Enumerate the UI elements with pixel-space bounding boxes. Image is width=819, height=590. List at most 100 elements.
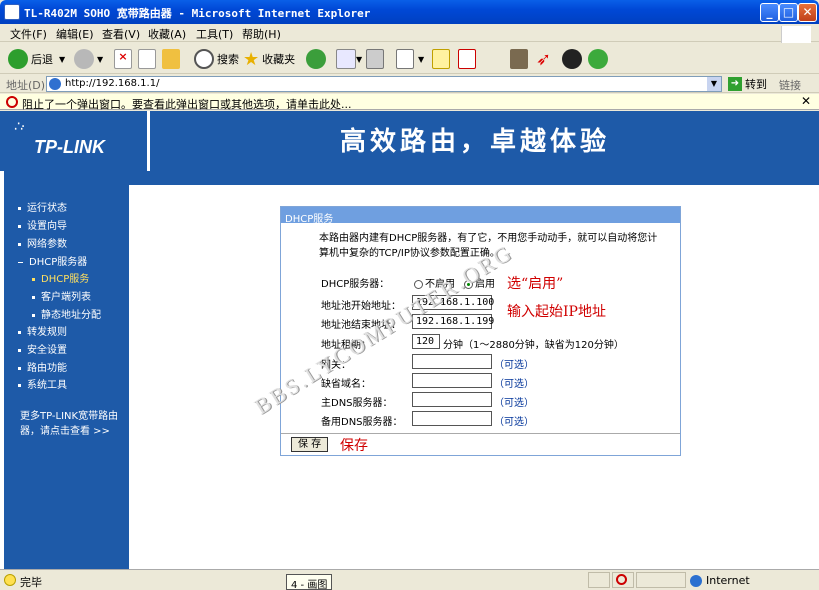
nav-dhcp-server[interactable]: DHCP服务器 bbox=[18, 253, 87, 268]
more-products-link[interactable]: 更多TP-LINK宽带路由器，请点击查看 >> bbox=[20, 409, 130, 439]
nav-client-list[interactable]: 客户端列表 bbox=[32, 288, 91, 303]
tp-link-logo: ∴· TP-LINK bbox=[4, 111, 150, 171]
menu-tools[interactable]: 工具(T) bbox=[196, 26, 233, 42]
chevron-down-icon: ▼ bbox=[97, 54, 104, 64]
address-url: http://192.168.1.1/ bbox=[65, 78, 160, 89]
status-segment bbox=[636, 572, 686, 588]
chevron-down-icon: ▼ bbox=[59, 54, 66, 64]
nav-forwarding[interactable]: 转发规则 bbox=[18, 323, 67, 338]
popup-blocker-bar[interactable]: 阻止了一个弹出窗口。要查看此弹出窗口或其他选项，请单击此处... ✕ bbox=[0, 94, 819, 111]
stop-button[interactable]: × bbox=[114, 47, 132, 71]
menu-view[interactable]: 查看(V) bbox=[102, 26, 140, 42]
optional-note: （可选） bbox=[494, 360, 534, 371]
close-button[interactable]: ✕ bbox=[798, 3, 817, 22]
favorites-button[interactable]: ★ 收藏夹 bbox=[243, 47, 295, 71]
page-content: ∴· TP-LINK 高效路由，卓越体验 运行状态 设置向导 网络参数 DHCP… bbox=[0, 111, 819, 569]
print-button[interactable] bbox=[366, 47, 384, 71]
forward-arrow-icon bbox=[74, 49, 94, 69]
menu-edit[interactable]: 编辑(E) bbox=[56, 26, 94, 42]
toolbar: 后退 ▼ ▼ × 搜索 ★ 收藏夹 ▼ ▼ ➶ bbox=[0, 43, 819, 74]
status-segment bbox=[612, 572, 634, 588]
tool-button-2[interactable]: ➶ bbox=[536, 47, 551, 71]
optional-note: （可选） bbox=[494, 379, 534, 390]
search-icon bbox=[194, 49, 214, 69]
research-button[interactable] bbox=[458, 47, 476, 71]
history-button[interactable] bbox=[306, 47, 329, 71]
menu-help[interactable]: 帮助(H) bbox=[242, 26, 281, 42]
lease-input[interactable]: 120 bbox=[412, 334, 440, 349]
dns2-input[interactable] bbox=[412, 411, 492, 426]
banner: ∴· TP-LINK 高效路由，卓越体验 bbox=[0, 111, 819, 171]
discuss-button[interactable] bbox=[432, 47, 450, 71]
zone-indicator: Internet bbox=[690, 574, 750, 587]
calendar-icon bbox=[458, 49, 476, 69]
word-icon bbox=[396, 49, 414, 69]
bullet-icon bbox=[32, 277, 35, 281]
gateway-input[interactable] bbox=[412, 354, 492, 369]
ie-icon bbox=[4, 4, 20, 20]
qq-button[interactable] bbox=[562, 47, 585, 71]
dhcp-server-label: DHCP服务器： bbox=[321, 279, 390, 290]
enable-annotation: 选“启用” bbox=[507, 276, 564, 292]
chevron-down-icon[interactable]: ▼ bbox=[707, 77, 721, 91]
close-icon[interactable]: ✕ bbox=[801, 94, 811, 108]
address-label: 地址(D) bbox=[6, 79, 46, 92]
nav-security[interactable]: 安全设置 bbox=[18, 341, 67, 356]
windows-logo-icon bbox=[781, 26, 811, 44]
paint-task-tooltip: 4 - 画图 bbox=[286, 574, 333, 590]
home-button[interactable] bbox=[162, 47, 180, 71]
messenger-button[interactable] bbox=[588, 47, 611, 71]
menu-favorites[interactable]: 收藏(A) bbox=[148, 26, 186, 42]
sidebar: 运行状态 设置向导 网络参数 DHCP服务器 DHCP服务 客户端列表 静态地址… bbox=[4, 171, 129, 569]
star-icon: ★ bbox=[243, 48, 260, 70]
home-icon bbox=[162, 49, 180, 69]
maximize-button[interactable]: □ bbox=[779, 3, 798, 22]
note-icon bbox=[432, 49, 450, 69]
window-title: TL-R402M SOHO 宽带路由器 - Microsoft Internet… bbox=[24, 7, 371, 20]
dns1-input[interactable] bbox=[412, 392, 492, 407]
chevron-down-icon: ▼ bbox=[418, 54, 425, 64]
bullet-icon bbox=[18, 224, 21, 228]
logo-dots-icon: ∴· bbox=[14, 119, 25, 135]
edit-button[interactable]: ▼ bbox=[396, 47, 424, 71]
ie-window: TL-R402M SOHO 宽带路由器 - Microsoft Internet… bbox=[0, 0, 819, 590]
back-button[interactable]: 后退 ▼ bbox=[8, 47, 65, 71]
nav-static-address[interactable]: 静态地址分配 bbox=[32, 306, 101, 321]
title-bar: TL-R402M SOHO 宽带路由器 - Microsoft Internet… bbox=[0, 0, 819, 24]
minimize-button[interactable]: _ bbox=[760, 3, 779, 22]
history-icon bbox=[306, 49, 326, 69]
globe-icon bbox=[690, 574, 702, 587]
nav-network[interactable]: 网络参数 bbox=[18, 235, 67, 250]
optional-note: （可选） bbox=[494, 417, 534, 428]
plus-icon bbox=[18, 383, 21, 387]
menu-file[interactable]: 文件(F) bbox=[10, 26, 47, 42]
nav-routing[interactable]: 路由功能 bbox=[18, 359, 67, 374]
refresh-button[interactable] bbox=[138, 47, 156, 71]
header-strip bbox=[129, 171, 819, 185]
plus-icon bbox=[18, 366, 21, 370]
dns2-label: 备用DNS服务器： bbox=[321, 417, 403, 428]
domain-input[interactable] bbox=[412, 373, 492, 388]
status-bar: 完毕 Internet bbox=[0, 569, 819, 590]
go-button[interactable]: ➜ 转到 bbox=[728, 76, 767, 92]
save-annotation: 保存 bbox=[340, 438, 368, 454]
search-button[interactable]: 搜索 bbox=[194, 47, 239, 71]
radio-icon bbox=[414, 279, 423, 289]
nav-wizard[interactable]: 设置向导 bbox=[18, 217, 67, 232]
tool-button-1[interactable] bbox=[510, 47, 528, 71]
nav-status[interactable]: 运行状态 bbox=[18, 199, 67, 214]
ie-page-icon bbox=[49, 78, 61, 90]
nav-system-tools[interactable]: 系统工具 bbox=[18, 376, 67, 391]
popup-message: 阻止了一个弹出窗口。要查看此弹出窗口或其他选项，请单击此处... bbox=[22, 98, 352, 111]
mail-button[interactable]: ▼ bbox=[336, 47, 362, 71]
bullet-icon bbox=[32, 313, 35, 317]
save-button[interactable]: 保 存 bbox=[291, 437, 329, 452]
links-button[interactable]: 链接 bbox=[779, 77, 801, 93]
minus-icon bbox=[18, 261, 23, 263]
nav-dhcp-service[interactable]: DHCP服务 bbox=[32, 270, 89, 285]
qq-penguin-icon bbox=[562, 49, 582, 69]
address-input[interactable]: http://192.168.1.1/ ▼ bbox=[46, 76, 722, 92]
ip-annotation: 输入起始IP地址 bbox=[507, 304, 606, 320]
mail-icon bbox=[336, 49, 356, 69]
forward-button[interactable]: ▼ bbox=[74, 47, 103, 71]
